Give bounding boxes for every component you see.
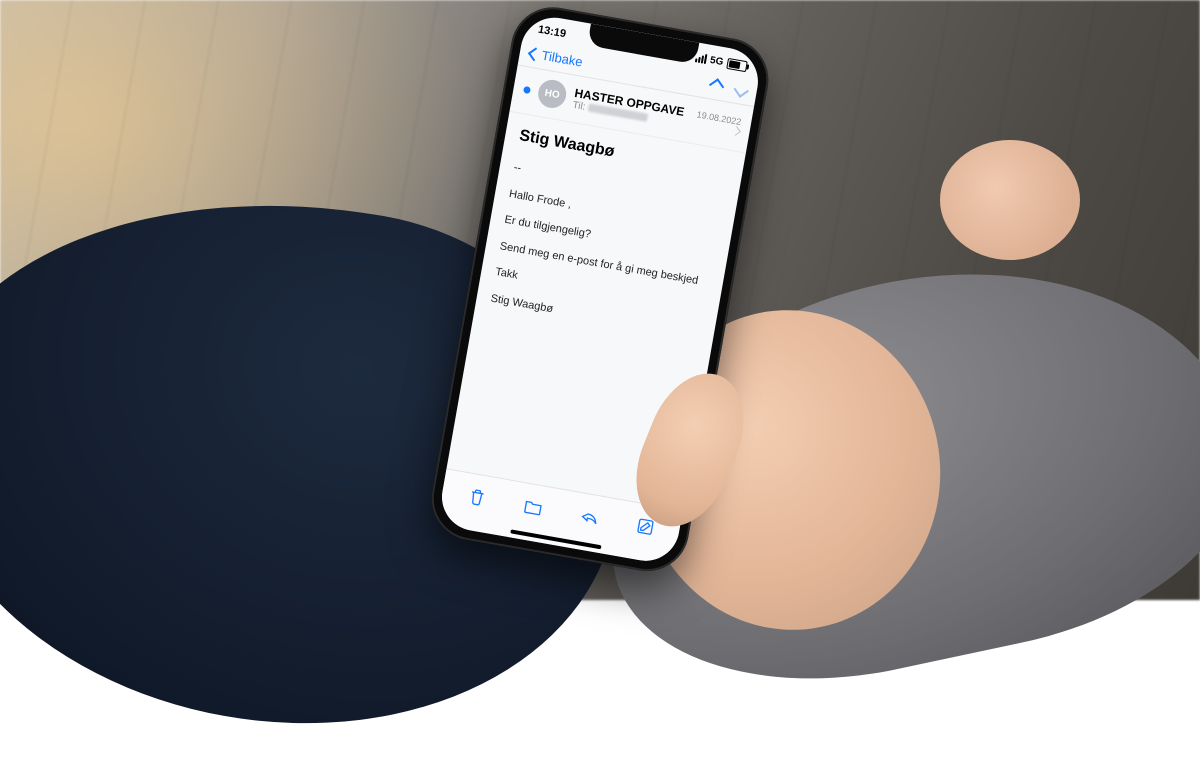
message-nav-arrows	[710, 79, 747, 96]
status-right: 5G	[694, 52, 747, 72]
chevron-right-icon	[731, 126, 741, 136]
hand-top-silhouette	[940, 140, 1080, 260]
message-body: Stig Waagbø -- Hallo Frode , Er du tilgj…	[472, 112, 746, 365]
prev-message-button[interactable]	[709, 78, 724, 93]
back-label: Tilbake	[540, 48, 583, 70]
header-text: HASTER OPPGAVE Til:	[572, 85, 691, 130]
battery-icon	[726, 57, 748, 71]
unread-dot-icon	[523, 85, 531, 93]
archive-button[interactable]	[520, 495, 544, 523]
to-label: Til:	[572, 99, 587, 112]
clock: 13:19	[537, 24, 567, 41]
reply-button[interactable]	[576, 505, 600, 533]
signal-icon	[695, 52, 708, 64]
trash-button[interactable]	[464, 485, 488, 513]
trash-icon	[465, 485, 488, 508]
folder-icon	[521, 495, 544, 518]
date-column: 19.08.2022	[694, 109, 742, 137]
message-date: 19.08.2022	[696, 109, 742, 127]
chevron-left-icon	[528, 47, 542, 61]
next-message-button[interactable]	[734, 83, 749, 98]
network-label: 5G	[709, 54, 724, 67]
avatar: HO	[536, 78, 568, 110]
reply-icon	[577, 505, 600, 528]
